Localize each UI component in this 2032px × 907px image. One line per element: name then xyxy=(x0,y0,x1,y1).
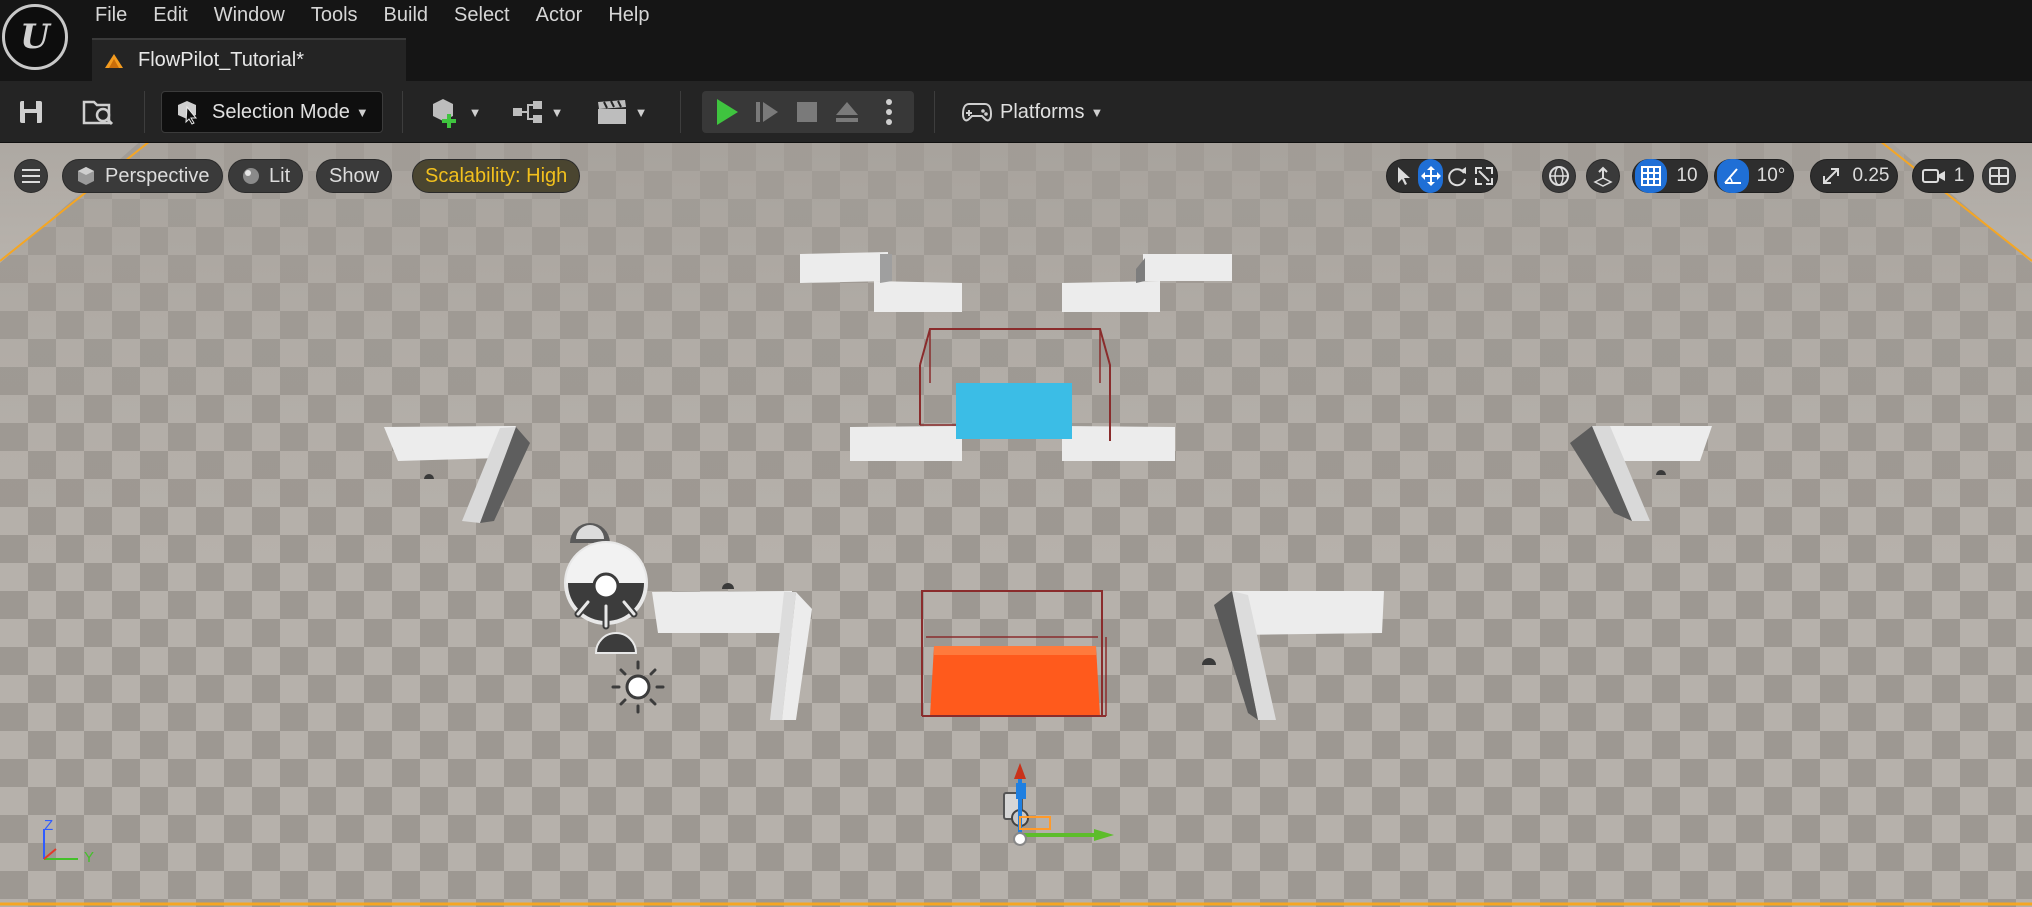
clapperboard-icon xyxy=(597,100,626,124)
add-actor-icon xyxy=(432,99,456,128)
layout-grid-icon xyxy=(1989,167,2009,185)
menu-select[interactable]: Select xyxy=(441,0,523,30)
stop-button[interactable] xyxy=(790,95,824,129)
menu-build[interactable]: Build xyxy=(371,0,441,30)
world-local-toggle[interactable] xyxy=(1542,159,1576,193)
move-arrows-icon xyxy=(1420,166,1441,186)
axis-y-label: Y xyxy=(84,849,95,866)
more-vertical-icon xyxy=(886,99,892,125)
select-tool-button[interactable] xyxy=(1391,159,1418,193)
cube-icon xyxy=(78,167,94,185)
chevron-down-icon: ▼ xyxy=(634,104,648,120)
camera-speed-button[interactable]: 1 xyxy=(1912,159,1974,193)
scalability-label: Scalability: High xyxy=(425,164,568,187)
blueprint-icon xyxy=(512,101,542,123)
content-browser-button[interactable] xyxy=(80,95,116,129)
main-menu: File Edit Window Tools Build Select Acto… xyxy=(82,0,662,30)
menu-edit[interactable]: Edit xyxy=(140,0,200,30)
save-button[interactable] xyxy=(14,95,48,129)
lit-sphere-icon xyxy=(243,168,259,184)
grid-snap-group: 10 xyxy=(1632,159,1708,193)
advance-frame-button[interactable] xyxy=(750,95,784,129)
menu-help[interactable]: Help xyxy=(595,0,662,30)
grid-snap-value[interactable]: 10 xyxy=(1667,159,1707,193)
platforms-dropdown[interactable]: Platforms ▼ xyxy=(958,91,1107,133)
rotation-snap-value[interactable]: 10° xyxy=(1749,159,1793,193)
rotate-tool-button[interactable] xyxy=(1443,159,1470,193)
surface-snapping-toggle[interactable] xyxy=(1586,159,1620,193)
play-options-button[interactable] xyxy=(874,95,904,129)
chevron-down-icon: ▼ xyxy=(1090,104,1104,120)
menu-tools[interactable]: Tools xyxy=(298,0,371,30)
step-forward-icon xyxy=(756,102,778,122)
play-controls xyxy=(702,91,914,133)
blueprints-button[interactable]: ▼ xyxy=(508,91,566,133)
cinematics-button[interactable]: ▼ xyxy=(592,91,650,133)
platforms-label: Platforms xyxy=(1000,100,1085,123)
view-mode-button[interactable]: Lit xyxy=(228,159,304,193)
viewport-scene[interactable] xyxy=(0,143,2032,907)
level-viewport[interactable]: Z Y Perspective Lit Show Scalability: Hi… xyxy=(0,143,2032,907)
camera-speed-value: 1 xyxy=(1953,165,1965,186)
rotation-snap-toggle[interactable] xyxy=(1717,159,1749,193)
transform-tools xyxy=(1386,159,1498,193)
translate-tool-button[interactable] xyxy=(1417,159,1444,193)
cursor-arrow-icon xyxy=(1398,167,1411,185)
eject-icon xyxy=(836,102,858,122)
unreal-logo-icon[interactable]: U xyxy=(2,4,68,70)
title-bar: U File Edit Window Tools Build Select Ac… xyxy=(0,0,2032,81)
main-toolbar: Selection Mode ▼ ▼ ▼ ▼ Platforms ▼ xyxy=(0,81,2032,143)
axis-z-label: Z xyxy=(44,817,54,834)
rotate-icon xyxy=(1447,167,1466,187)
perspective-label: Perspective xyxy=(105,164,210,187)
eject-button[interactable] xyxy=(830,95,864,129)
chevron-down-icon: ▼ xyxy=(550,104,564,120)
sky-light-icon[interactable] xyxy=(611,660,665,714)
scale-icon xyxy=(1474,167,1493,185)
scale-diagonal-icon xyxy=(1823,168,1839,184)
menu-window[interactable]: Window xyxy=(201,0,298,30)
rotation-snap-group: 10° xyxy=(1714,159,1794,193)
angle-icon xyxy=(1724,168,1741,184)
chevron-down-icon: ▼ xyxy=(468,104,482,120)
chevron-down-icon: ▼ xyxy=(355,104,369,120)
selection-mode-dropdown[interactable]: Selection Mode ▼ xyxy=(161,91,383,133)
scale-snap-value[interactable]: 0.25 xyxy=(1847,159,1895,193)
hamburger-menu-icon xyxy=(22,169,40,183)
add-actor-button[interactable]: ▼ xyxy=(426,91,484,133)
selection-mode-label: Selection Mode xyxy=(212,100,350,123)
menu-actor[interactable]: Actor xyxy=(523,0,596,30)
content-browser-icon xyxy=(82,100,114,126)
show-flags-button[interactable]: Show xyxy=(316,159,393,193)
scale-snap-toggle[interactable] xyxy=(1815,159,1847,193)
camera-icon xyxy=(1919,159,1949,193)
selection-mode-icon xyxy=(178,101,198,125)
level-icon xyxy=(105,53,123,68)
scalability-warning-button[interactable]: Scalability: High xyxy=(412,159,581,193)
viewport-layout-button[interactable] xyxy=(1982,159,2016,193)
lit-label: Lit xyxy=(269,164,291,187)
gamepad-icon xyxy=(962,103,992,122)
grid-snap-toggle[interactable] xyxy=(1635,159,1667,193)
play-icon xyxy=(717,99,738,125)
grid-icon xyxy=(1641,166,1661,186)
stop-icon xyxy=(797,102,817,122)
surface-snap-icon xyxy=(1593,166,1613,187)
menu-file[interactable]: File xyxy=(82,0,140,30)
viewport-options-button[interactable] xyxy=(14,159,48,193)
save-icon xyxy=(20,101,42,123)
play-button[interactable] xyxy=(710,95,744,129)
globe-icon xyxy=(1549,166,1569,186)
perspective-view-button[interactable]: Perspective xyxy=(62,159,223,193)
level-tab-label: FlowPilot_Tutorial* xyxy=(138,49,304,71)
scale-snap-group: 0.25 xyxy=(1810,159,1898,193)
show-label: Show xyxy=(329,164,380,187)
level-tab[interactable]: FlowPilot_Tutorial* xyxy=(92,38,406,81)
scale-tool-button[interactable] xyxy=(1470,159,1497,193)
